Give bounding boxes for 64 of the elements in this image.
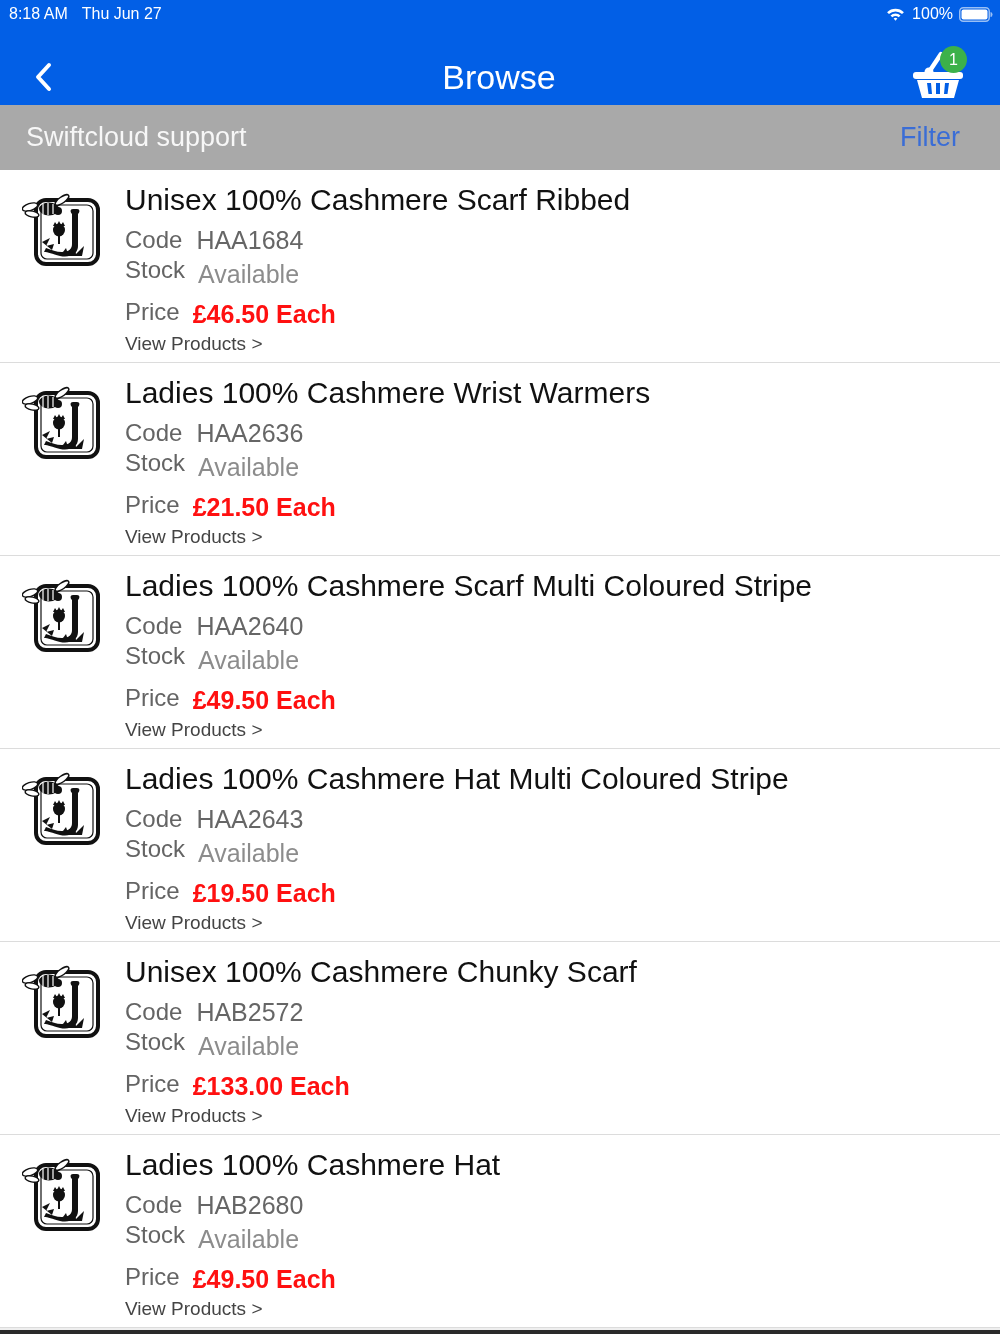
stock-status: Available <box>198 1031 300 1061</box>
product-code: HAA2640 <box>196 611 304 641</box>
monogram-logo-icon <box>22 964 102 1040</box>
stock-label: Stock <box>125 641 186 671</box>
basket-count-badge: 1 <box>940 45 967 73</box>
back-button[interactable] <box>34 61 52 92</box>
product-name: Ladies 100% Cashmere Wrist Warmers <box>125 375 651 411</box>
view-products-link[interactable]: View Products > <box>125 332 263 356</box>
code-label: Code <box>125 418 183 448</box>
stock-label: Stock <box>125 1220 186 1250</box>
stock-label: Stock <box>125 448 186 478</box>
product-code: HAA1684 <box>196 225 304 255</box>
price-label: Price <box>125 876 180 906</box>
monogram-logo-icon <box>22 578 102 654</box>
price-label: Price <box>125 683 180 713</box>
chevron-left-icon <box>34 61 52 92</box>
stock-status: Available <box>198 1224 300 1254</box>
product-name: Ladies 100% Cashmere Hat <box>125 1147 501 1183</box>
monogram-logo-icon <box>22 771 102 847</box>
page-title: Browse <box>442 56 556 97</box>
status-time: 8:18 AM <box>9 5 68 23</box>
price-label: Price <box>125 297 180 327</box>
product-price: £49.50 Each <box>192 1264 336 1294</box>
code-label: Code <box>125 1190 183 1220</box>
product-price: £133.00 Each <box>192 1071 350 1101</box>
price-label: Price <box>125 490 180 520</box>
product-price: £49.50 Each <box>192 685 336 715</box>
stock-label: Stock <box>125 1027 186 1057</box>
stock-label: Stock <box>125 255 186 285</box>
battery-icon <box>959 6 993 22</box>
monogram-logo-icon <box>22 385 102 461</box>
product-code: HAA2643 <box>196 804 304 834</box>
account-name: Swiftcloud support <box>26 122 247 153</box>
view-products-link[interactable]: View Products > <box>125 1297 263 1321</box>
stock-status: Available <box>198 838 300 868</box>
wifi-icon <box>886 7 906 21</box>
product-name: Ladies 100% Cashmere Scarf Multi Coloured Stripe <box>125 568 812 604</box>
product-code: HAB2572 <box>196 997 304 1027</box>
monogram-logo-icon <box>22 1157 102 1233</box>
product-price: £21.50 Each <box>192 492 336 522</box>
product-name: Unisex 100% Cashmere Chunky Scarf <box>125 954 637 990</box>
stock-label: Stock <box>125 834 186 864</box>
view-products-link[interactable]: View Products > <box>125 718 263 742</box>
battery-percent: 100% <box>912 5 953 23</box>
view-products-link[interactable]: View Products > <box>125 525 263 549</box>
price-label: Price <box>125 1069 180 1099</box>
view-products-link[interactable]: View Products > <box>125 911 263 935</box>
product-price: £46.50 Each <box>192 299 336 329</box>
stock-status: Available <box>198 259 300 289</box>
product-name: Ladies 100% Cashmere Hat Multi Coloured Stripe <box>125 761 789 797</box>
product-code: HAA2636 <box>196 418 304 448</box>
code-label: Code <box>125 225 183 255</box>
view-products-link[interactable]: View Products > <box>125 1104 263 1128</box>
code-label: Code <box>125 611 183 641</box>
product-name: Unisex 100% Cashmere Scarf Ribbed <box>125 182 631 218</box>
code-label: Code <box>125 804 183 834</box>
status-date: Thu Jun 27 <box>81 5 162 23</box>
stock-status: Available <box>198 452 300 482</box>
stock-status: Available <box>198 645 300 675</box>
price-label: Price <box>125 1262 180 1292</box>
product-code: HAB2680 <box>196 1190 304 1220</box>
monogram-logo-icon <box>22 192 102 268</box>
code-label: Code <box>125 997 183 1027</box>
product-price: £19.50 Each <box>192 878 336 908</box>
